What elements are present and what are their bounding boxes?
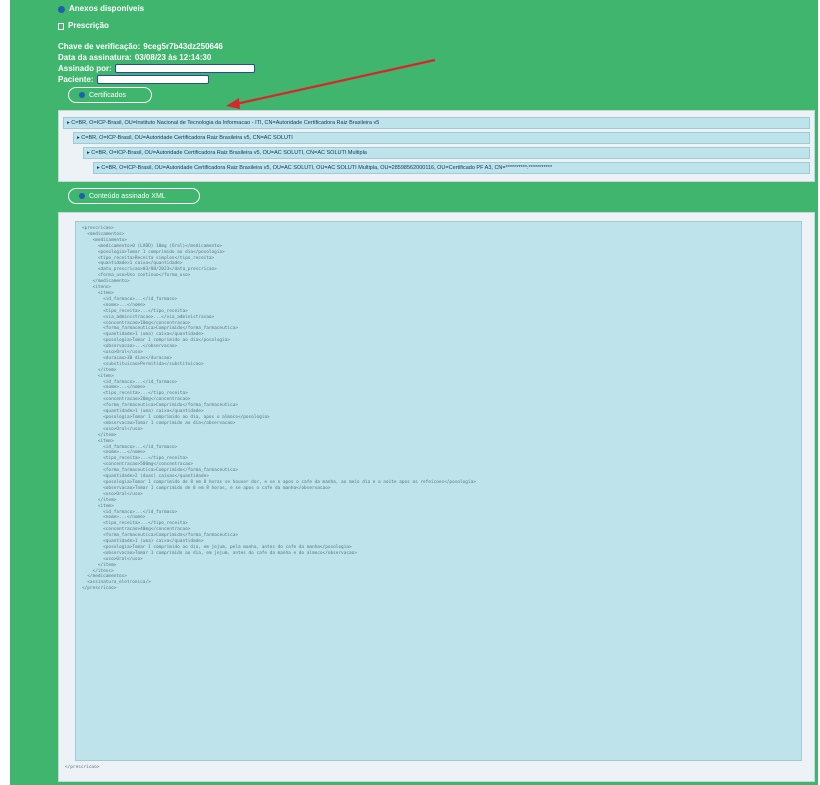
- xml-panel: <prescricao> <medicamentos> <medicamento…: [58, 212, 815, 782]
- xml-footer: </prescricao>: [65, 765, 100, 770]
- xml-button-label: Conteúdo assinado XML: [89, 192, 166, 200]
- cert-ac-label: C=BR, O=ICP-Brasil, OU=Autoridade Certif…: [81, 135, 293, 141]
- cert-item[interactable]: ▸ C=BR, O=ICP-Brasil, OU=Autoridade Cert…: [93, 162, 810, 174]
- cert-item[interactable]: ▸ C=BR, O=ICP-Brasil, OU=Autoridade Cert…: [83, 147, 810, 159]
- xml-content-area[interactable]: <prescricao> <medicamentos> <medicamento…: [75, 221, 802, 761]
- code-icon: [79, 193, 85, 199]
- cert-item[interactable]: ▸ C=BR, O=ICP-Brasil, OU=Instituto Nacio…: [63, 117, 810, 129]
- cert-multipla-label: C=BR, O=ICP-Brasil, OU=Autoridade Certif…: [91, 150, 367, 156]
- cert-user-label: C=BR, O=ICP-Brasil, OU=Autoridade Certif…: [101, 165, 553, 171]
- cert-item[interactable]: ▸ C=BR, O=ICP-Brasil, OU=Autoridade Cert…: [73, 132, 810, 144]
- certificate-chain: ▸ C=BR, O=ICP-Brasil, OU=Instituto Nacio…: [58, 110, 815, 182]
- xml-content: <prescricao> <medicamentos> <medicamento…: [82, 226, 476, 592]
- cert-root-label: C=BR, O=ICP-Brasil, OU=Instituto Naciona…: [71, 120, 380, 126]
- xml-content-button[interactable]: Conteúdo assinado XML: [68, 188, 200, 204]
